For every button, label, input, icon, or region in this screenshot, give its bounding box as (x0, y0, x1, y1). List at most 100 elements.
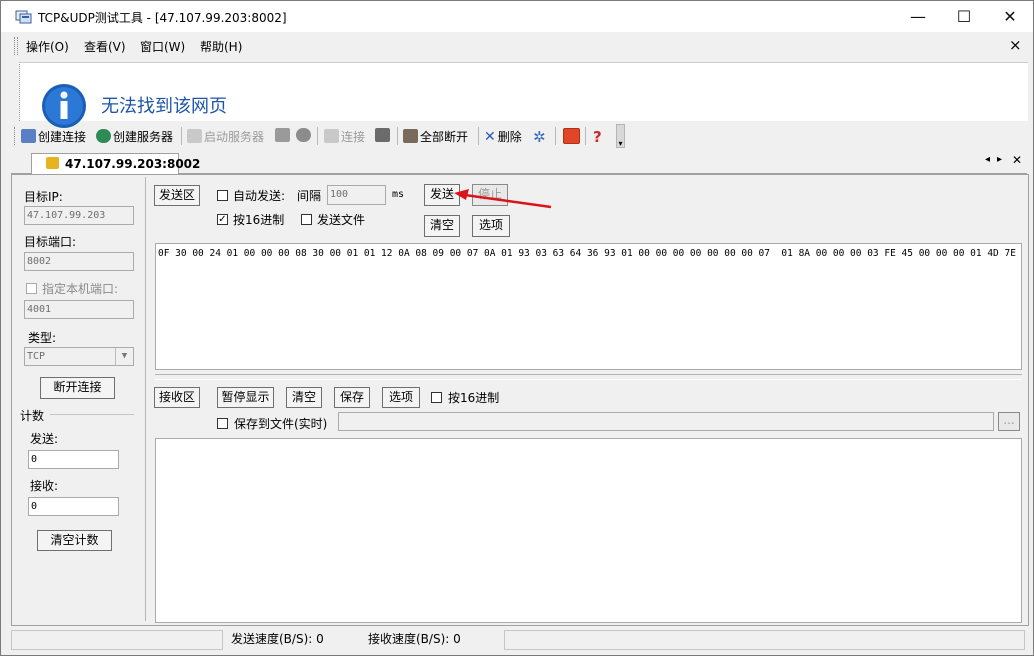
connect-icon (324, 129, 339, 143)
disconnect-all-button[interactable]: 全部断开 (403, 128, 468, 145)
disconnect-button[interactable] (375, 128, 392, 143)
recv-save-button[interactable]: 保存 (334, 387, 370, 408)
start-server-label: 启动服务器 (204, 130, 265, 144)
send-clear-button[interactable]: 清空 (424, 215, 460, 237)
connect-button[interactable]: 连接 (324, 128, 365, 145)
interval-field[interactable]: 100 (327, 185, 386, 205)
power-button[interactable] (563, 128, 582, 145)
tab-connection[interactable]: 47.107.99.203:8002 (31, 153, 200, 174)
save-to-file-checkbox[interactable] (217, 418, 228, 429)
toolbar-separator (478, 127, 479, 145)
create-connection-button[interactable]: 创建连接 (21, 128, 86, 145)
auto-send-checkbox[interactable] (217, 190, 228, 201)
recv-area-label: 接收区 (154, 387, 200, 408)
disconnect-button[interactable]: 断开连接 (40, 377, 115, 399)
menu-bar: 操作(O) 查看(V) 窗口(W) 帮助(H) × (11, 35, 1031, 57)
recv-options-button[interactable]: 选项 (382, 387, 420, 408)
window-title: TCP&UDP测试工具 - [47.107.99.203:8002] (38, 11, 287, 25)
chevron-down-icon: ▼ (115, 348, 133, 365)
target-port-field[interactable]: 8002 (24, 252, 134, 271)
toolbar-separator (555, 127, 556, 145)
stop-server-button[interactable] (275, 128, 292, 143)
menu-window[interactable]: 窗口(W) (140, 38, 185, 55)
tab-next-arrow-icon[interactable]: ▸ (997, 154, 1002, 165)
toolbar-separator (397, 127, 398, 145)
delete-label: 删除 (497, 130, 522, 144)
clear-count-button[interactable]: 清空计数 (37, 530, 112, 551)
splitter[interactable] (155, 374, 1022, 380)
column-divider (145, 177, 146, 621)
recv-hex-checkbox[interactable] (431, 392, 442, 403)
power-icon (563, 128, 580, 144)
connect-label: 连接 (341, 130, 366, 144)
local-port-checkbox[interactable] (26, 283, 37, 294)
banner-text: 无法找到该网页 (101, 96, 227, 117)
gear-icon: ✲ (533, 128, 546, 146)
tab-connection-label: 47.107.99.203:8002 (65, 157, 201, 171)
server-icon (275, 128, 290, 142)
send-count-field[interactable]: 0 (28, 450, 119, 469)
delete-x-icon: ✕ (484, 129, 496, 145)
send-speed-status: 发送速度(B/S): 0 (231, 632, 324, 646)
recv-speed-status: 接收速度(B/S): 0 (368, 632, 461, 646)
recv-data-textarea[interactable] (155, 438, 1022, 623)
status-bar: 发送速度(B/S): 0 接收速度(B/S): 0 (11, 628, 1027, 652)
target-port-label: 目标端口: (24, 235, 77, 249)
status-cell-blank (11, 630, 223, 650)
target-ip-field[interactable]: 47.107.99.203 (24, 206, 134, 225)
recv-clear-button[interactable]: 清空 (286, 387, 322, 408)
help-icon: ? (593, 128, 602, 146)
annotation-arrow-icon (454, 189, 552, 209)
close-button[interactable]: ✕ (987, 1, 1033, 32)
save-file-path-field[interactable] (338, 412, 994, 431)
tab-close-icon[interactable]: ✕ (1012, 153, 1022, 167)
local-port-field[interactable]: 4001 (24, 300, 134, 319)
disconnect-all-icon (403, 129, 418, 143)
toolbar: 创建连接 创建服务器 启动服务器 连接 全部断开 ✕ 删除 ✲ ? ▾ (11, 123, 627, 149)
connection-panel: 目标IP: 47.107.99.203 目标端口: 8002 指定本机端口: 4… (11, 174, 1029, 626)
start-server-button[interactable]: 启动服务器 (187, 128, 264, 145)
cancel-button[interactable] (296, 128, 313, 143)
status-cell-rest (504, 630, 1025, 650)
minimize-button[interactable]: — (895, 1, 941, 32)
mdi-close-button[interactable]: × (1009, 36, 1022, 54)
tab-strip: 47.107.99.203:8002 ◂ ▸ ✕ (11, 153, 1027, 174)
menu-operate[interactable]: 操作(O) (26, 38, 69, 55)
send-options-button[interactable]: 选项 (472, 215, 510, 237)
toolbar-separator (317, 127, 318, 145)
title-bar: TCP&UDP测试工具 - [47.107.99.203:8002] — ☐ ✕ (1, 1, 1033, 32)
browse-button[interactable]: ... (998, 412, 1020, 431)
type-label: 类型: (28, 331, 57, 345)
cancel-circle-icon (296, 128, 311, 142)
recv-count-label: 接收: (30, 479, 59, 493)
send-hex-label: 按16进制 (233, 213, 285, 227)
toolbar-grip (14, 127, 17, 145)
type-select-value: TCP (27, 351, 46, 362)
app-window: TCP&UDP测试工具 - [47.107.99.203:8002] — ☐ ✕… (0, 0, 1034, 656)
tab-prev-arrow-icon[interactable]: ◂ (985, 154, 990, 165)
toolbar-separator (585, 127, 586, 145)
send-count-label: 发送: (30, 432, 59, 446)
menu-view[interactable]: 查看(V) (84, 38, 126, 55)
send-file-label: 发送文件 (317, 213, 366, 227)
recv-hex-label: 按16进制 (448, 391, 500, 405)
toolbar-overflow-chevron-icon[interactable]: ▾ (616, 124, 625, 148)
interval-unit: ms (392, 189, 405, 200)
ad-banner: 无法找到该网页 (19, 62, 1028, 128)
count-group-divider (50, 414, 134, 415)
delete-button[interactable]: ✕ 删除 (484, 128, 522, 145)
create-connection-label: 创建连接 (38, 130, 87, 144)
pause-display-button[interactable]: 暂停显示 (217, 387, 274, 408)
help-button[interactable]: ? (593, 128, 602, 146)
auto-send-label: 自动发送: (233, 189, 286, 203)
app-icon (15, 10, 32, 24)
maximize-button[interactable]: ☐ (941, 1, 987, 32)
menu-help[interactable]: 帮助(H) (200, 38, 242, 55)
type-select[interactable]: TCP ▼ (24, 347, 134, 366)
send-data-textarea[interactable]: 0F 30 00 24 01 00 00 00 08 30 00 01 01 1… (155, 243, 1022, 370)
settings-button[interactable]: ✲ (533, 128, 546, 146)
send-hex-checkbox[interactable]: ✓ (217, 214, 228, 225)
recv-count-field[interactable]: 0 (28, 497, 119, 516)
send-file-checkbox[interactable] (301, 214, 312, 225)
create-server-button[interactable]: 创建服务器 (96, 128, 173, 145)
